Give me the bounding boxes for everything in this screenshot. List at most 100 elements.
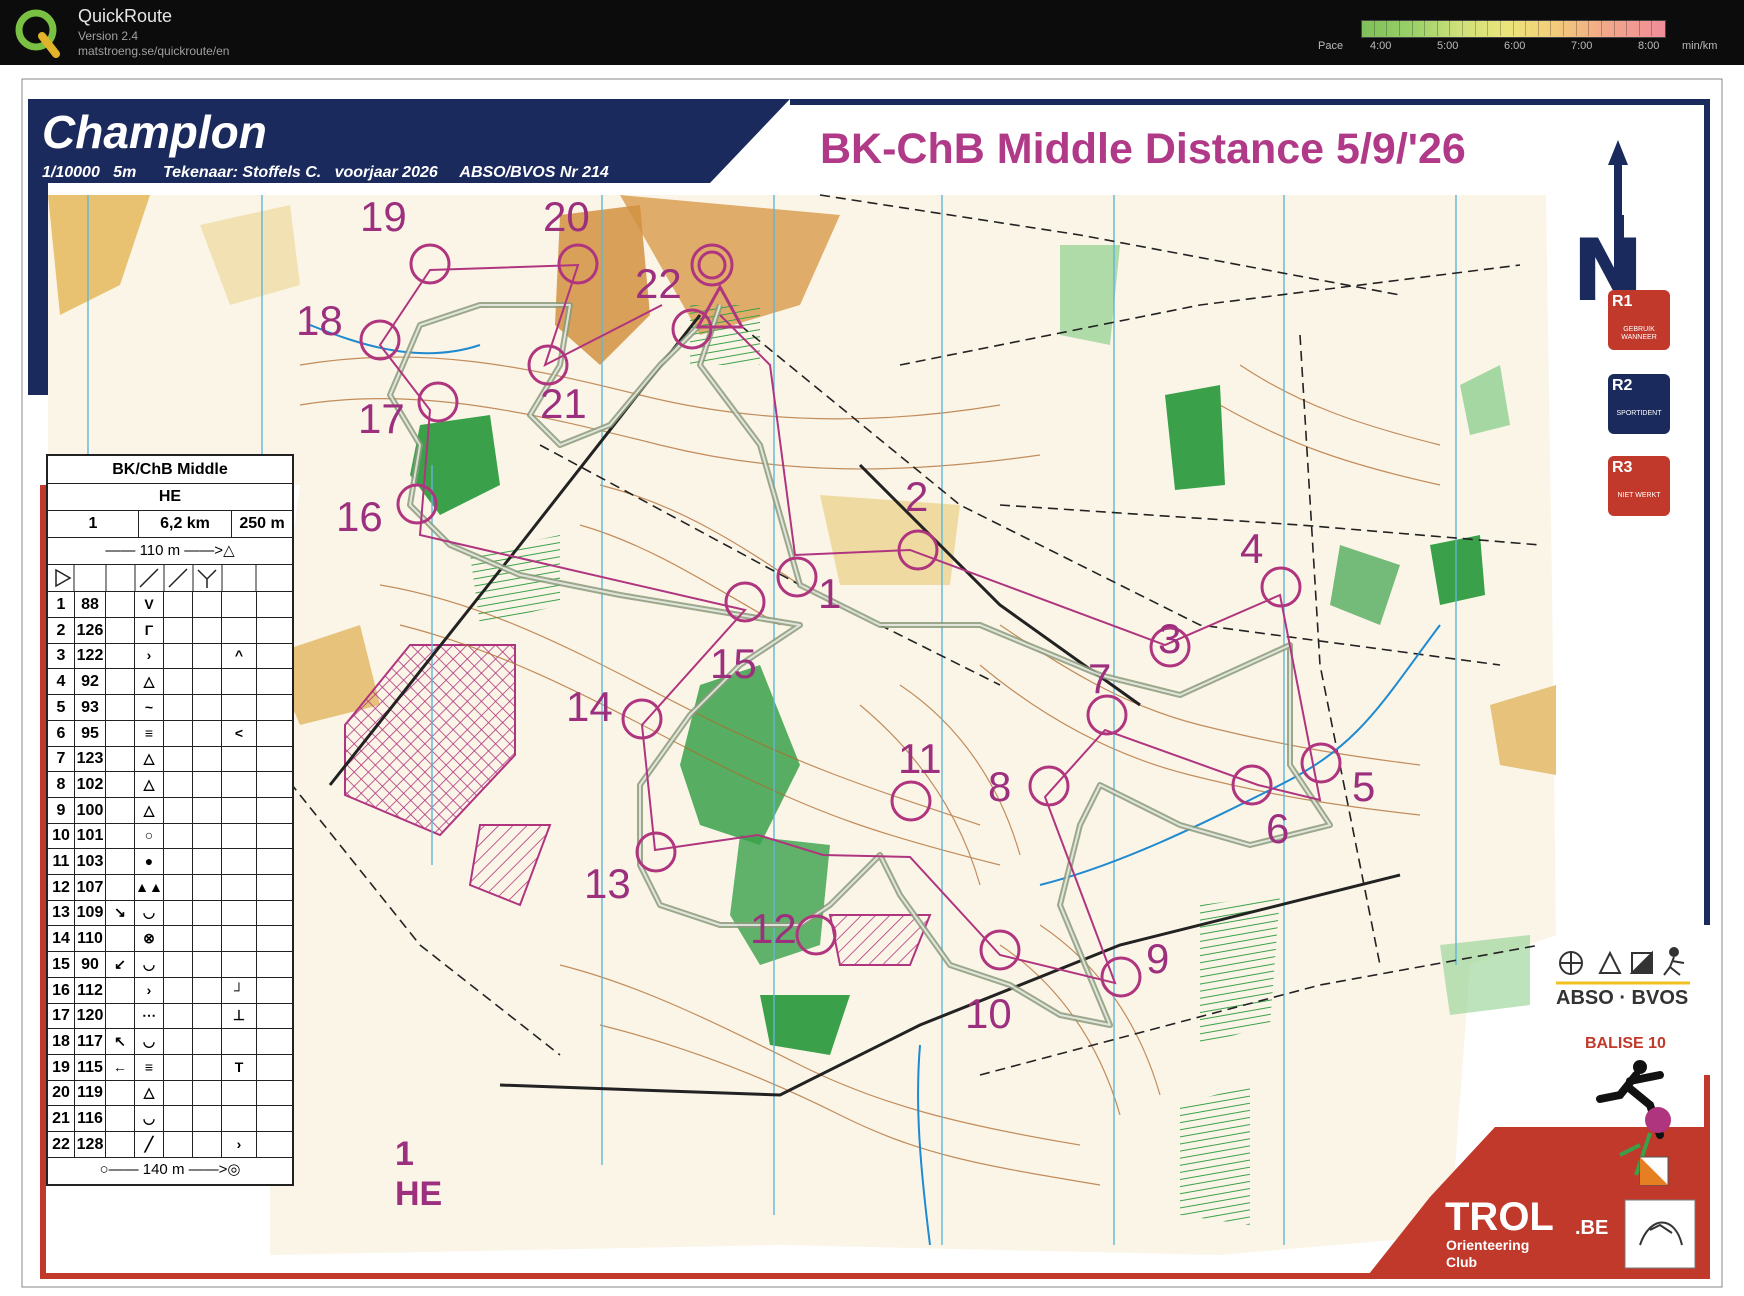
app-header: QuickRoute Version 2.4 matstroeng.se/qui… [0,0,1744,65]
control-location-icon: ^ [222,643,257,669]
pace-grid-tick [1512,20,1514,36]
control-sequence: 14 [48,926,75,952]
trol-logo-subtitle: Orienteering Club [1446,1237,1530,1270]
pace-grid-tick [1474,20,1476,36]
pace-grid-tick [1386,20,1388,36]
control-appearance-cell [164,874,193,900]
frame-right [1704,99,1710,925]
control-appearance-cell [164,617,193,643]
description-control-row: 14 110 ⊗ [48,926,292,953]
control-feature-icon: △ [135,669,164,695]
trol-mascot-box [1624,1199,1696,1269]
legend-badge-code: R3 [1612,459,1633,476]
pace-grid-tick [1487,20,1489,36]
control-dimension-cell [193,592,222,617]
pace-grid-tick [1600,20,1602,36]
control-description-sheet: BK/ChB Middle HE 1 6,2 km 250 m —— 110 m… [46,454,294,1186]
pace-scale-gridlines [1361,20,1664,36]
control-location-icon [222,694,257,720]
start-arrow-triangle-icon: ——>△ [180,542,235,559]
control-dimension-cell [193,694,222,720]
control-appearance-cell [164,1080,193,1106]
control-dimension-cell [193,1028,222,1054]
legend-badge-description: GEBRUIK WANNEER [1621,326,1657,341]
control-appearance-cell [164,669,193,695]
control-number-2: 2 [905,473,929,520]
trol-logo-text: TROL [1445,1195,1554,1239]
control-dimension-cell [193,1054,222,1080]
control-number-20: 20 [543,193,590,240]
description-course-length: 6,2 km [139,511,232,537]
control-direction-icon [106,1003,135,1029]
control-number-14: 14 [566,683,613,730]
control-number-17: 17 [358,395,405,442]
description-control-row: 12 107 ▲▲ [48,874,292,901]
pace-tick-label: 4:00 [1370,40,1392,52]
control-feature-icon: V [135,592,164,617]
control-sequence: 3 [48,643,75,669]
control-number-7: 7 [1088,655,1112,702]
control-feature-icon: △ [135,771,164,797]
control-code: 101 [75,823,106,849]
control-direction-icon [106,643,135,669]
control-dimension-cell [193,823,222,849]
pace-grid-tick [1499,20,1501,36]
control-dimension-cell [193,1106,222,1131]
control-direction-icon: ↙ [106,951,135,977]
map-title: Champlon [42,106,267,158]
pace-grid-tick [1411,20,1413,36]
control-direction-icon [106,926,135,952]
control-location-icon [222,849,257,874]
pace-grid-tick [1537,20,1539,36]
control-dimension-cell [193,797,222,823]
app-url[interactable]: matstroeng.se/quickroute/en [78,44,229,58]
control-appearance-cell [164,643,193,669]
control-feature-icon: ▲▲ [135,874,164,900]
description-control-row: 10 101 ○ [48,823,292,850]
vegetation-area [1060,245,1120,345]
control-appearance-cell [164,720,193,746]
description-control-row: 9 100 △ [48,797,292,824]
pace-grid-tick [1398,20,1400,36]
description-control-row: 8 102 △ [48,771,292,798]
control-dimension-cell [193,1003,222,1029]
control-location-icon [222,771,257,797]
control-feature-icon: △ [135,746,164,772]
control-feature-icon: ⊗ [135,926,164,952]
description-control-row: 2 126 Γ [48,617,292,644]
control-location-icon [222,617,257,643]
frame-right-red [1704,1075,1710,1279]
control-feature-icon: ⋯ [135,1003,164,1029]
control-location-icon: › [222,1131,257,1157]
control-code: 110 [75,926,106,952]
description-title: BK/ChB Middle [48,456,292,484]
control-sequence: 8 [48,771,75,797]
control-number-13: 13 [584,860,631,907]
control-sequence: 17 [48,1003,75,1029]
description-control-row: 1 88 V [48,592,292,618]
control-number-16: 16 [336,493,383,540]
control-appearance-cell [164,926,193,952]
control-direction-icon [106,720,135,746]
control-sequence: 18 [48,1028,75,1054]
description-control-row: 15 90 ↙ ◡ [48,951,292,978]
control-number-12: 12 [750,905,797,952]
pace-grid-tick [1424,20,1426,36]
control-dimension-cell [193,1080,222,1106]
control-number-9: 9 [1146,935,1170,982]
control-code: 116 [75,1106,106,1131]
control-appearance-cell [164,746,193,772]
control-dimension-cell [193,771,222,797]
control-direction-icon [106,694,135,720]
control-code: 100 [75,797,106,823]
control-code: 120 [75,1003,106,1029]
control-sequence: 13 [48,900,75,926]
control-dimension-cell [193,1131,222,1157]
control-number-4: 4 [1240,525,1264,572]
control-direction-icon: ← [106,1054,135,1080]
abso-logo-text: ABSO · BVOS [1556,987,1689,1009]
description-control-row: 5 93 ~ [48,694,292,721]
control-code: 126 [75,617,106,643]
control-code: 119 [75,1080,106,1106]
control-sequence: 15 [48,951,75,977]
